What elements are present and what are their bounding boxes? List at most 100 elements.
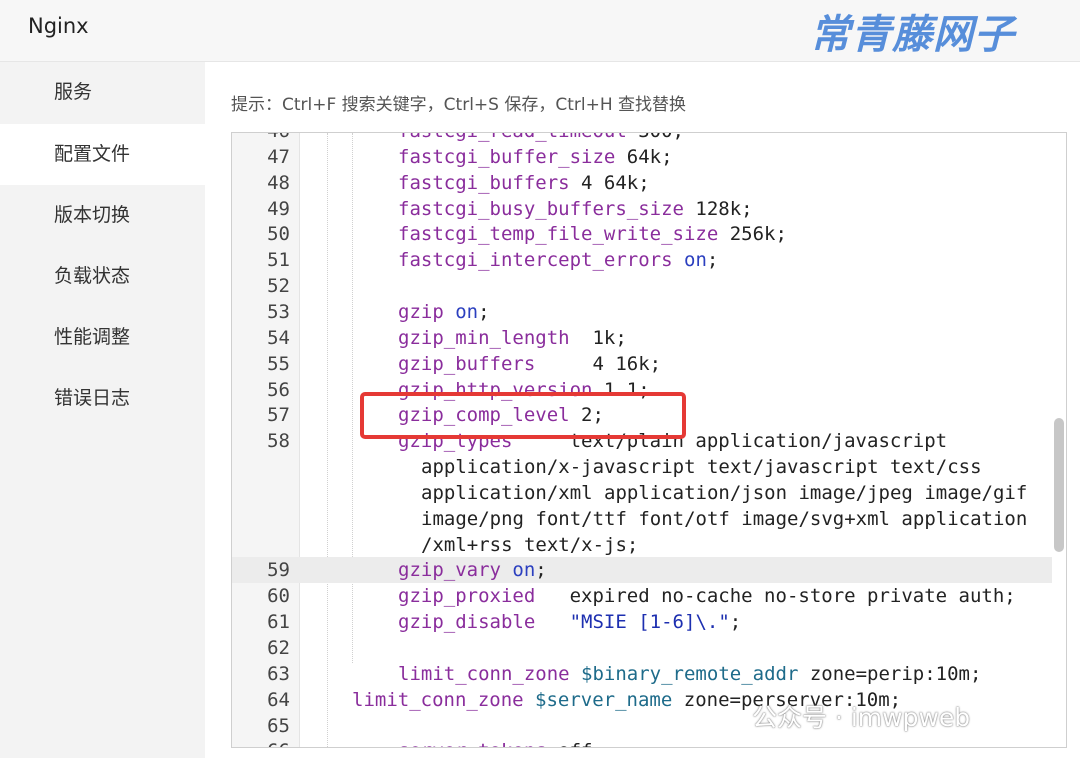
line-code: server_tokens off; — [398, 738, 604, 747]
code-token: on — [455, 300, 479, 323]
code-token: 1k; — [569, 326, 627, 349]
scrollbar-thumb[interactable] — [1054, 418, 1064, 552]
code-line[interactable]: image/png font/ttf font/otf image/svg+xm… — [232, 506, 1052, 532]
line-number: 50 — [267, 223, 290, 246]
code-line[interactable]: /xml+rss text/x-js; — [232, 532, 1052, 558]
code-token: gzip_buffers — [398, 352, 536, 375]
title-bar: Nginx 常青藤网子 — [0, 0, 1080, 62]
line-code: gzip on; — [398, 299, 490, 325]
code-line[interactable]: 62 — [232, 635, 1052, 661]
vertical-scrollbar[interactable] — [1051, 133, 1065, 747]
line-number: 66 — [232, 738, 290, 747]
sidebar-item-service[interactable]: 服务 — [0, 62, 205, 123]
code-line[interactable]: 54 gzip_min_length 1k; — [232, 325, 1052, 351]
code-token: 1.1; — [592, 378, 650, 401]
code-line[interactable]: 56 gzip_http_version 1.1; — [232, 377, 1052, 403]
line-code: gzip_proxied expired no-cache no-store p… — [398, 583, 1016, 609]
code-line[interactable]: application/x-javascript text/javascript… — [232, 454, 1052, 480]
app-title: Nginx — [28, 14, 89, 38]
line-code: application/x-javascript text/javascript… — [421, 454, 982, 480]
code-line[interactable]: 49 fastcgi_busy_buffers_size 128k; — [232, 196, 1052, 222]
line-code: application/xml application/json image/j… — [421, 480, 1027, 506]
sidebar-item-error-log[interactable]: 错误日志 — [0, 368, 205, 429]
code-token: text/plain application/javascript — [512, 430, 948, 453]
code-line[interactable]: 59 gzip_vary on; — [232, 557, 1052, 584]
line-code: gzip_comp_level 2; — [398, 402, 604, 428]
line-number: 47 — [267, 145, 290, 168]
code-token: gzip — [398, 300, 444, 323]
sidebar: 服务 配置文件 版本切换 负载状态 性能调整 错误日志 — [0, 62, 205, 758]
code-token: $server_name — [535, 688, 673, 711]
sidebar-item-config-file[interactable]: 配置文件 — [0, 124, 205, 185]
sidebar-item-version-switch[interactable]: 版本切换 — [0, 185, 205, 246]
code-line[interactable]: 55 gzip_buffers 4 16k; — [232, 351, 1052, 377]
code-token: ; — [729, 611, 742, 634]
code-area[interactable]: 46 fastcgi_read_timeout 300; 47 fastcgi_buf… — [232, 133, 1066, 747]
code-line[interactable]: 60 gzip_proxied expired no-cache no-store… — [232, 583, 1052, 609]
code-token: gzip_http_version — [398, 378, 593, 401]
main-panel: 提示：Ctrl+F 搜索关键字，Ctrl+S 保存，Ctrl+H 查找替换 46… — [205, 62, 1080, 758]
code-token: limit_conn_zone — [398, 662, 570, 685]
code-token: "MSIE [1-6]\." — [569, 611, 730, 634]
keyboard-hint: 提示：Ctrl+F 搜索关键字，Ctrl+S 保存，Ctrl+H 查找替换 — [231, 95, 687, 115]
code-line[interactable]: 46 fastcgi_read_timeout 300; — [232, 133, 1052, 144]
line-number: 51 — [267, 249, 290, 272]
line-number: 46 — [232, 133, 290, 144]
code-line[interactable]: 53 gzip on; — [232, 299, 1052, 325]
line-number: 49 — [267, 197, 290, 220]
code-token: 64k; — [615, 145, 673, 168]
line-code: fastcgi_read_timeout 300; — [398, 133, 684, 144]
line-number: 56 — [267, 378, 290, 401]
code-line[interactable]: 63 limit_conn_zone $binary_remote_addr zo… — [232, 661, 1052, 687]
code-token: on — [512, 559, 536, 582]
line-code: fastcgi_temp_file_write_size 256k; — [398, 221, 787, 247]
line-number: 57 — [267, 404, 290, 427]
line-code: fastcgi_buffers 4 64k; — [398, 170, 650, 196]
code-token: gzip_disable — [398, 611, 536, 634]
code-line[interactable]: 51 fastcgi_intercept_errors on; — [232, 247, 1052, 273]
code-token: gzip_types — [398, 430, 513, 453]
code-token: on — [684, 249, 707, 272]
code-token: ; — [478, 300, 490, 323]
code-token: 256k; — [718, 223, 787, 246]
line-number: 55 — [267, 352, 290, 375]
code-line[interactable]: 50 fastcgi_temp_file_write_size 256k; — [232, 221, 1052, 247]
watermark-logo: 常青藤网子 — [810, 12, 1015, 58]
code-line[interactable]: 52 — [232, 273, 1052, 299]
code-token: fastcgi_read_timeout — [398, 133, 627, 142]
config-editor[interactable]: 46 fastcgi_read_timeout 300; 47 fastcgi_buf… — [231, 132, 1067, 748]
code-line[interactable]: 66 server_tokens off; — [232, 738, 1052, 747]
code-line[interactable]: 57 gzip_comp_level 2; — [232, 402, 1052, 428]
code-line[interactable]: 47 fastcgi_buffer_size 64k; — [232, 144, 1052, 170]
code-token: fastcgi_buffer_size — [398, 145, 616, 168]
line-number: 53 — [267, 300, 290, 323]
line-code: fastcgi_buffer_size 64k; — [398, 144, 673, 170]
line-number: 58 — [267, 430, 290, 453]
code-token: gzip_comp_level — [398, 404, 570, 427]
line-code: gzip_disable "MSIE [1-6]\."; — [398, 609, 741, 635]
code-line[interactable]: application/xml application/json image/j… — [232, 480, 1052, 506]
line-code: gzip_vary on; — [398, 557, 547, 583]
code-line[interactable]: 48 fastcgi_buffers 4 64k; — [232, 170, 1052, 196]
code-token: 4 64k; — [569, 171, 650, 194]
line-code: fastcgi_intercept_errors on; — [398, 247, 718, 273]
line-number: 65 — [267, 714, 290, 737]
code-token: image/png font/ttf font/otf image/svg+xm… — [421, 507, 1028, 530]
sidebar-item-performance[interactable]: 性能调整 — [0, 307, 205, 368]
code-token: 128k; — [683, 197, 753, 220]
code-token: fastcgi_intercept_errors — [398, 249, 673, 272]
code-token: 300; — [627, 133, 684, 142]
line-number: 61 — [267, 611, 290, 634]
code-token: /xml+rss text/x-js; — [421, 533, 639, 556]
code-line[interactable]: 61 gzip_disable "MSIE [1-6]\."; — [232, 609, 1052, 635]
code-line[interactable]: 58 gzip_types text/plain application/java… — [232, 428, 1052, 454]
line-number: 64 — [267, 688, 290, 711]
code-token: ; — [706, 249, 719, 272]
sidebar-item-load-status[interactable]: 负载状态 — [0, 246, 205, 307]
